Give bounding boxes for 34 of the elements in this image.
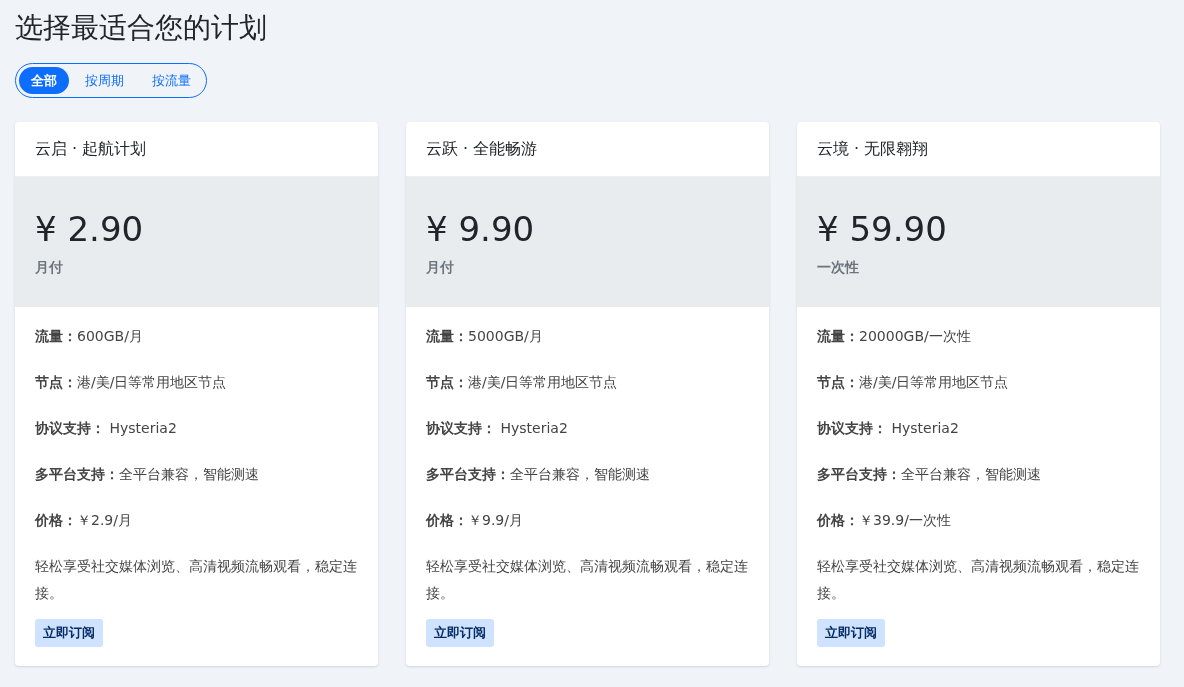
- plan-feature: 节点：港/美/日等常用地区节点: [817, 373, 1010, 392]
- billing-period: 月付: [35, 258, 64, 277]
- plan-price: ¥ 2.90: [35, 208, 145, 251]
- plan-price: ¥ 59.90: [817, 208, 948, 251]
- plan-name: 云境 · 无限翱翔: [817, 138, 929, 160]
- filter-tab[interactable]: 按周期: [73, 67, 136, 94]
- plan-feature: 多平台支持：全平台兼容，智能测速: [35, 465, 260, 484]
- page-title: 选择最适合您的计划: [15, 10, 268, 46]
- subscribe-button[interactable]: 立即订阅: [817, 619, 885, 647]
- plan-name: 云启 · 起航计划: [35, 138, 147, 160]
- plan-feature: 价格：￥2.9/月: [35, 511, 133, 530]
- plan-feature: 流量：20000GB/一次性: [817, 327, 972, 346]
- plan-description: 轻松享受社交媒体浏览、高清视频流畅观看，稳定连接。: [35, 557, 358, 603]
- plan-feature: 价格：￥9.9/月: [426, 511, 524, 530]
- plan-feature: 多平台支持：全平台兼容，智能测速: [426, 465, 651, 484]
- filter-tab[interactable]: 按流量: [140, 67, 203, 94]
- plan-description: 轻松享受社交媒体浏览、高清视频流畅观看，稳定连接。: [426, 557, 749, 603]
- plan-feature: 价格：￥39.9/一次性: [817, 511, 952, 530]
- plan-feature: 协议支持： Hysteria2: [426, 419, 569, 438]
- plan-name: 云跃 · 全能畅游: [426, 138, 538, 160]
- subscribe-button[interactable]: 立即订阅: [426, 619, 494, 647]
- plan-feature: 协议支持： Hysteria2: [817, 419, 960, 438]
- billing-period: 月付: [426, 258, 455, 277]
- plan-description: 轻松享受社交媒体浏览、高清视频流畅观看，稳定连接。: [817, 557, 1140, 603]
- filter-tab[interactable]: 全部: [19, 67, 69, 94]
- plan-feature: 多平台支持：全平台兼容，智能测速: [817, 465, 1042, 484]
- plan-feature: 流量：600GB/月: [35, 327, 144, 346]
- plan-feature: 节点：港/美/日等常用地区节点: [35, 373, 228, 392]
- plan-feature: 流量：5000GB/月: [426, 327, 544, 346]
- plan-price: ¥ 9.90: [426, 208, 536, 251]
- plan-feature: 协议支持： Hysteria2: [35, 419, 178, 438]
- subscribe-button[interactable]: 立即订阅: [35, 619, 103, 647]
- plan-feature: 节点：港/美/日等常用地区节点: [426, 373, 619, 392]
- billing-period: 一次性: [817, 258, 860, 277]
